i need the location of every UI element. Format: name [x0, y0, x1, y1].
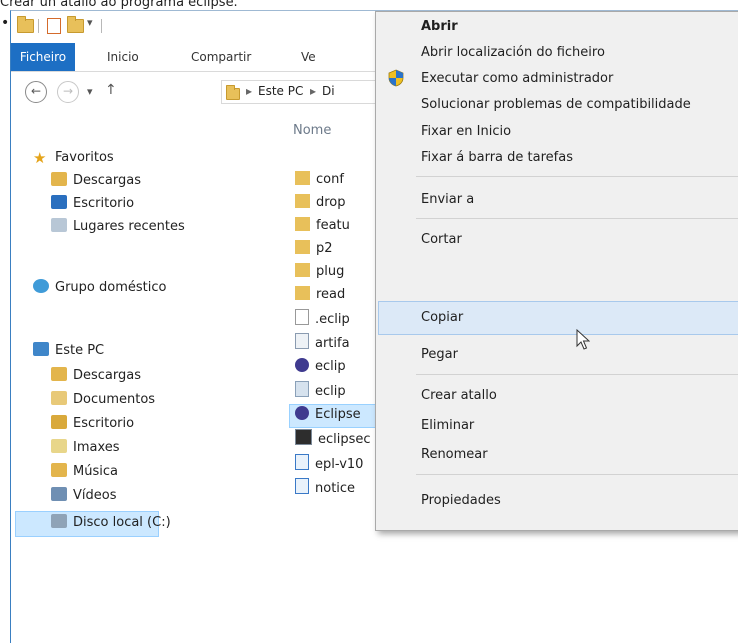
forward-arrow-icon[interactable]: →	[57, 81, 79, 103]
downloads-folder-icon	[51, 367, 67, 381]
column-header-nome[interactable]: Nome	[293, 123, 331, 138]
folder-icon[interactable]	[17, 16, 34, 37]
desktop-folder-icon	[51, 415, 67, 429]
chevron-right-icon[interactable]: ▸	[246, 84, 252, 98]
list-item[interactable]: plug	[295, 262, 344, 282]
customize-dropdown-icon[interactable]: ▾	[87, 16, 93, 29]
config-file-icon	[295, 381, 309, 397]
tab-ver[interactable]: Ve	[301, 43, 316, 71]
document-icon	[295, 333, 309, 349]
navigation-pane: ★ Favoritos Descargas Escritorio Lugares …	[11, 110, 273, 643]
recent-places-icon	[51, 218, 67, 232]
sidebar-item-escritorio[interactable]: Escritorio	[51, 194, 134, 214]
recent-locations-icon[interactable]: ▾	[87, 85, 93, 98]
html-file-icon	[295, 454, 309, 470]
menu-item-pegar[interactable]: Pegar	[421, 345, 458, 365]
list-item[interactable]: conf	[295, 170, 344, 190]
desktop-icon	[51, 195, 67, 209]
tab-inicio[interactable]: Inicio	[107, 43, 139, 71]
list-item[interactable]: drop	[295, 193, 346, 213]
menu-item-fixar-barra[interactable]: Fixar á barra de tarefas	[421, 148, 573, 168]
menu-item-copiar[interactable]: Copiar	[421, 308, 463, 328]
list-item[interactable]: read	[295, 285, 345, 305]
list-item[interactable]: eclip	[295, 357, 346, 377]
sidebar-item-disco-local[interactable]: Disco local (C:)	[51, 513, 171, 533]
menu-item-executar-admin[interactable]: Executar como administrador	[421, 69, 613, 89]
sidebar-item-escritorio-pc[interactable]: Escritorio	[51, 414, 134, 434]
list-item[interactable]: eclipsec	[295, 429, 371, 449]
explorer-window: ▾ Ficheiro Inicio Compartir Ve ← → ▾ ↑ ▸…	[10, 10, 738, 643]
file-icon	[295, 309, 309, 325]
sidebar-item-imaxes[interactable]: Imaxes	[51, 438, 120, 458]
menu-item-propiedades[interactable]: Propiedades	[421, 491, 501, 511]
menu-item-crear-atallo[interactable]: Crear atallo	[421, 386, 497, 406]
menu-item-solucionar-problemas[interactable]: Solucionar problemas de compatibilidade	[421, 95, 691, 115]
sidebar-item-este-pc[interactable]: Este PC	[33, 341, 104, 361]
list-item[interactable]: .eclip	[295, 309, 350, 329]
tab-ficheiro[interactable]: Ficheiro	[11, 43, 75, 71]
admin-shield-icon	[388, 69, 404, 87]
up-arrow-icon[interactable]: ↑	[105, 82, 117, 98]
menu-item-renomear[interactable]: Renomear	[421, 445, 488, 465]
breadcrumb-este-pc[interactable]: Este PC	[258, 84, 303, 98]
folder-icon	[295, 217, 310, 231]
pictures-folder-icon	[51, 439, 67, 453]
list-item[interactable]: p2	[295, 239, 333, 259]
computer-icon	[33, 342, 49, 356]
new-folder-icon[interactable]	[67, 16, 84, 37]
sidebar-item-favoritos[interactable]: ★ Favoritos	[33, 148, 114, 168]
downloads-folder-icon	[51, 172, 67, 186]
sidebar-item-documentos[interactable]: Documentos	[51, 390, 155, 410]
menu-item-cortar[interactable]: Cortar	[421, 230, 462, 250]
music-folder-icon	[51, 463, 67, 477]
list-item[interactable]: artifa	[295, 333, 350, 353]
html-file-icon	[295, 478, 309, 494]
back-arrow-icon[interactable]: ←	[25, 81, 47, 103]
menu-item-eliminar[interactable]: Eliminar	[421, 416, 474, 436]
folder-icon	[295, 286, 310, 300]
tab-compartir[interactable]: Compartir	[191, 43, 251, 71]
properties-icon[interactable]	[47, 18, 61, 38]
drive-icon	[51, 514, 67, 528]
videos-folder-icon	[51, 487, 67, 501]
folder-icon	[295, 171, 310, 185]
folder-icon	[295, 263, 310, 277]
sidebar-item-descargas-pc[interactable]: Descargas	[51, 366, 141, 386]
menu-item-abrir[interactable]: Abrir	[421, 17, 458, 37]
documents-folder-icon	[51, 391, 67, 405]
star-icon: ★	[33, 149, 47, 167]
menu-item-fixar-inicio[interactable]: Fixar en Inicio	[421, 122, 511, 142]
folder-icon	[295, 194, 310, 208]
list-item-eclipse[interactable]: Eclipse	[295, 405, 361, 425]
list-item[interactable]: eclip	[295, 381, 346, 401]
homegroup-icon	[33, 279, 49, 293]
mouse-cursor-icon	[576, 329, 590, 350]
list-item[interactable]: featu	[295, 216, 350, 236]
console-icon	[295, 429, 312, 445]
folder-icon	[295, 240, 310, 254]
folder-icon	[226, 85, 240, 104]
eclipse-icon	[295, 358, 309, 372]
sidebar-item-grupo-domestico[interactable]: Grupo doméstico	[33, 278, 166, 298]
context-menu: Abrir Abrir localización do ficheiro Exe…	[375, 11, 738, 531]
menu-item-abrir-localizacion[interactable]: Abrir localización do ficheiro	[421, 43, 605, 63]
sidebar-item-lugares-recentes[interactable]: Lugares recentes	[51, 217, 185, 237]
breadcrumb-disco[interactable]: Di	[322, 84, 335, 98]
list-item[interactable]: notice	[295, 478, 355, 498]
sidebar-item-descargas[interactable]: Descargas	[51, 171, 141, 191]
menu-item-enviar-a[interactable]: Enviar a	[421, 190, 474, 210]
bullet: •	[1, 15, 10, 31]
sidebar-item-videos[interactable]: Vídeos	[51, 486, 116, 506]
eclipse-icon	[295, 406, 309, 420]
chevron-right-icon[interactable]: ▸	[310, 84, 316, 98]
sidebar-item-musica[interactable]: Música	[51, 462, 118, 482]
list-item[interactable]: epl-v10	[295, 454, 363, 474]
